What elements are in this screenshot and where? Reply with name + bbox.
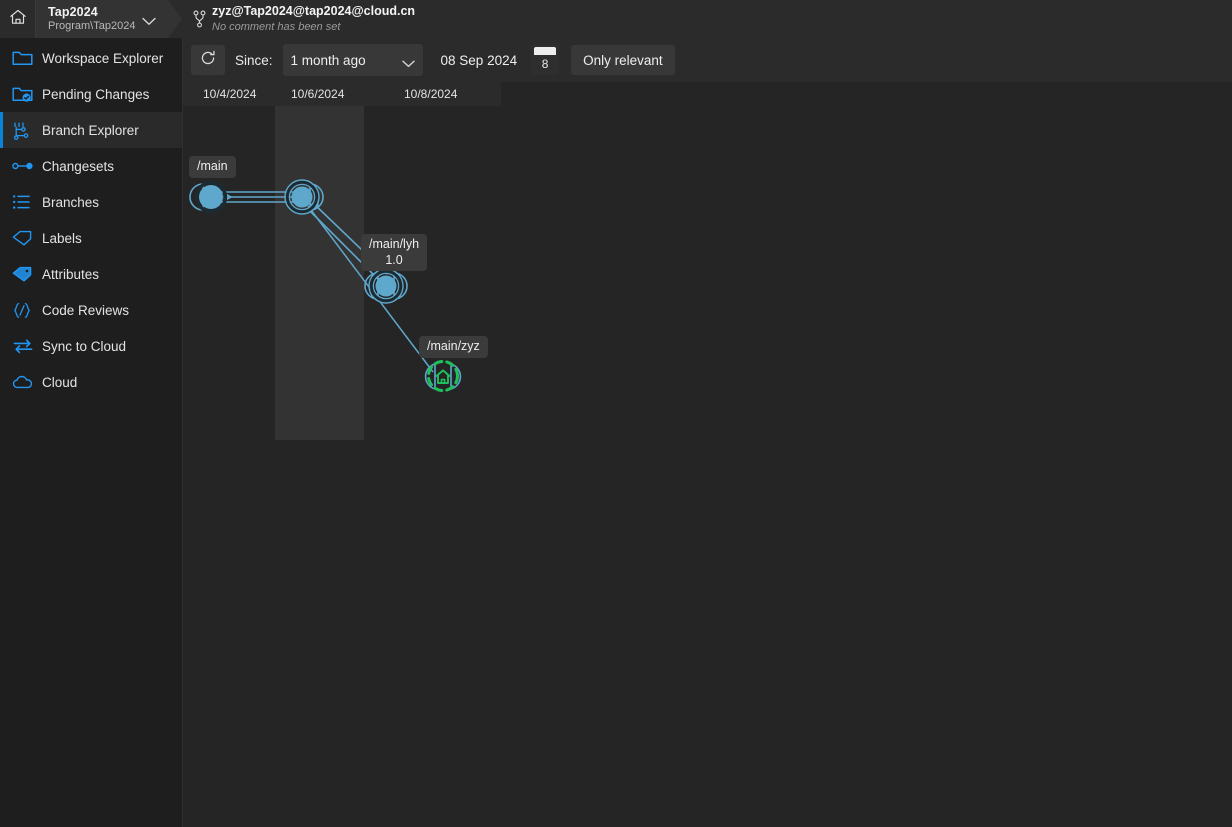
sidebar-item-pending-changes[interactable]: Pending Changes (0, 76, 182, 112)
workspace-home-node-zyz[interactable] (424, 360, 462, 392)
chevron-down-icon[interactable] (142, 13, 156, 31)
sidebar-item-label: Cloud (42, 374, 78, 390)
changeset-node-main-root[interactable] (189, 180, 228, 214)
sidebar-item-label: Labels (42, 230, 82, 246)
refresh-icon (199, 49, 217, 72)
branch-label-main-lyh[interactable]: /main/lyh 1.0 (361, 234, 428, 272)
branch-comment: No comment has been set (212, 20, 341, 33)
folder-check-icon (12, 85, 38, 103)
home-icon (8, 7, 28, 32)
calendar-icon (534, 47, 557, 55)
sidebar-item-attributes[interactable]: Attributes (0, 256, 182, 292)
list-icon (12, 194, 38, 210)
since-date-input[interactable]: 08 Sep 2024 (430, 44, 528, 76)
home-icon (435, 369, 451, 384)
sidebar-navigation: Workspace Explorer Pending Changes Branc… (0, 38, 183, 827)
tag-icon (12, 230, 38, 247)
refresh-button[interactable] (191, 45, 225, 75)
tag-filled-icon (12, 266, 38, 283)
since-label: Since: (235, 52, 273, 68)
branch-label-main-zyz[interactable]: /main/zyz (419, 336, 488, 358)
cloud-icon (12, 375, 38, 390)
current-branch-info[interactable]: zyz@Tap2024@tap2024@cloud.cn No comment … (182, 0, 1232, 38)
sidebar-item-workspace-explorer[interactable]: Workspace Explorer (0, 40, 182, 76)
since-date-value: 08 Sep 2024 (440, 52, 518, 68)
sidebar-item-label: Changesets (42, 158, 115, 174)
branch-icon (190, 10, 208, 28)
sidebar-item-changesets[interactable]: Changesets (0, 148, 182, 184)
calendar-picker-button[interactable]: 8 (531, 45, 560, 75)
changeset-icon (12, 159, 38, 173)
sidebar-item-sync-to-cloud[interactable]: Sync to Cloud (0, 328, 182, 364)
since-value: 1 month ago (290, 52, 366, 68)
folder-icon (12, 49, 38, 67)
home-button[interactable] (0, 0, 36, 38)
sidebar-item-label: Pending Changes (42, 86, 150, 102)
only-relevant-button[interactable]: Only relevant (571, 45, 675, 75)
top-header-bar: Tap2024 Program\Tap2024 zyz@Tap2024@tap2… (0, 0, 1232, 38)
sidebar-item-cloud[interactable]: Cloud (0, 364, 182, 400)
branch-explorer-window: Tap2024 Program\Tap2024 zyz@Tap2024@tap2… (0, 0, 1232, 827)
sidebar-item-label: Branches (42, 194, 100, 210)
repository-breadcrumb[interactable]: Tap2024 Program\Tap2024 (36, 0, 182, 38)
only-relevant-label: Only relevant (583, 52, 663, 68)
sidebar-item-labels[interactable]: Labels (0, 220, 182, 256)
sidebar-item-label: Attributes (42, 266, 100, 282)
calendar-day: 8 (541, 57, 549, 71)
branch-explorer-toolbar: Since: 1 month ago 08 Sep 2024 8 Only re… (183, 38, 1232, 82)
ruler-tick: 10/8/2024 (404, 87, 458, 101)
branch-tree-icon (12, 121, 38, 140)
date-ruler: 10/4/2024 10/6/2024 10/8/2024 (183, 82, 501, 106)
ruler-tick: 10/4/2024 (203, 87, 257, 101)
sidebar-item-label: Branch Explorer (42, 122, 139, 138)
chevron-down-icon (401, 56, 415, 71)
sidebar-item-label: Sync to Cloud (42, 338, 127, 354)
sidebar-item-branches[interactable]: Branches (0, 184, 182, 220)
connector-main (219, 191, 295, 203)
repository-name: Tap2024 (48, 4, 98, 19)
sidebar-item-label: Code Reviews (42, 302, 130, 318)
sidebar-item-branch-explorer[interactable]: Branch Explorer (0, 112, 182, 148)
sidebar-item-label: Workspace Explorer (42, 50, 164, 66)
since-dropdown[interactable]: 1 month ago (282, 44, 423, 76)
repository-path: Program\Tap2024 (48, 20, 136, 33)
ruler-tick: 10/6/2024 (291, 87, 345, 101)
sync-icon (12, 338, 38, 354)
branch-graph-canvas[interactable]: /main /main/lyh 1.0 /main/zyz (183, 106, 1232, 827)
sidebar-item-code-reviews[interactable]: Code Reviews (0, 292, 182, 328)
branch-graph (189, 179, 462, 392)
code-braces-icon (12, 302, 38, 319)
branch-title: zyz@Tap2024@tap2024@cloud.cn (212, 3, 416, 18)
branch-label-main[interactable]: /main (189, 156, 236, 178)
